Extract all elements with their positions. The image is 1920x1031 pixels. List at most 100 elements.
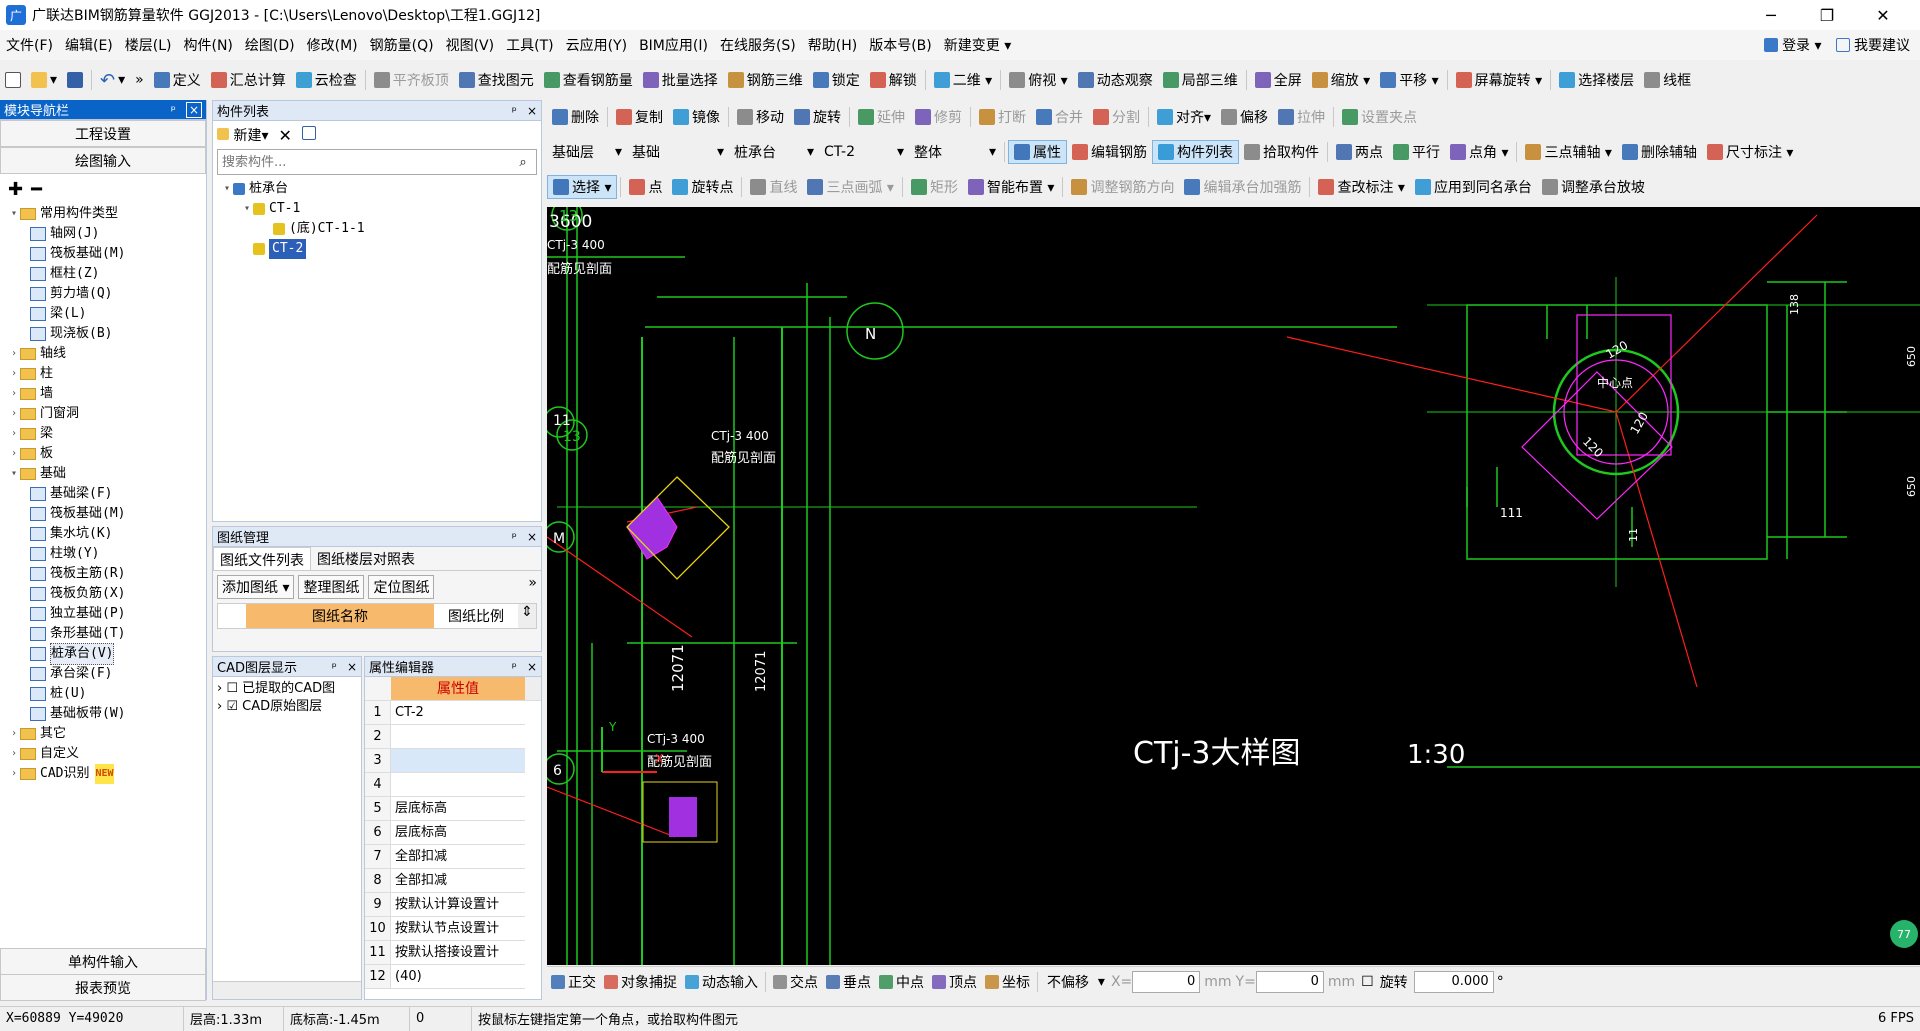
toolbar-button[interactable]: 查看钢筋量 (539, 68, 638, 92)
delete-component-icon[interactable]: ✕ (278, 126, 291, 145)
menu-item[interactable]: 绘图(D) (239, 35, 301, 55)
toolbar-button[interactable]: 删除辅轴 (1617, 140, 1702, 164)
menu-item[interactable]: BIM应用(I) (633, 35, 714, 55)
toolbar-button[interactable]: 复制 (611, 105, 668, 129)
toolbar-button[interactable]: 删除 (547, 105, 604, 129)
snap-toggle[interactable]: 交点 (769, 970, 822, 994)
nav-tree-item[interactable]: 现浇板(B) (8, 324, 206, 344)
add-drawing-button[interactable]: 添加图纸 ▾ (217, 575, 295, 599)
toolbar-button[interactable]: 云检查 (291, 68, 362, 92)
toolbar-button[interactable]: 旋转 (789, 105, 846, 129)
property-row[interactable]: 12 (40) (365, 965, 525, 989)
nav-close-icon[interactable]: × (185, 102, 202, 118)
nav-tree-item[interactable]: ▾ 基础 (8, 464, 206, 484)
property-row[interactable]: 11 按默认搭接设置计 (365, 941, 525, 965)
toolbar-button[interactable]: 定义 (149, 68, 206, 92)
toolbar-button[interactable]: 线框 (1639, 68, 1696, 92)
toolbar-button[interactable]: 点 (624, 175, 667, 199)
close-icon[interactable]: × (347, 660, 357, 674)
single-input-button[interactable]: 单构件输入 (0, 948, 206, 975)
pin-icon[interactable]: ᵖ (512, 660, 517, 674)
menu-item[interactable]: 文件(F) (0, 35, 59, 55)
snap-toggle[interactable]: 动态输入 (681, 970, 762, 994)
snap-toggle[interactable]: 坐标 (981, 970, 1034, 994)
menu-item[interactable]: 云应用(Y) (560, 35, 633, 55)
drawing-input-button[interactable]: 绘图输入 (0, 147, 206, 174)
nav-tree-item[interactable]: › 自定义 (8, 744, 206, 764)
toolbar-button[interactable]: 批量选择 (638, 68, 723, 92)
nav-tree-item[interactable]: 轴网(J) (8, 224, 206, 244)
tab-drawing-files[interactable]: 图纸文件列表 (213, 547, 311, 570)
nav-tree-item[interactable]: 独立基础(P) (8, 604, 206, 624)
toolbar-button[interactable]: 俯视 ▾ (1004, 68, 1072, 92)
property-value[interactable]: 全部扣减 (391, 869, 525, 892)
nav-tree-item[interactable]: 筏板主筋(R) (8, 564, 206, 584)
close-icon[interactable]: × (527, 660, 537, 674)
login-menu[interactable]: 登录 ▾ (1763, 35, 1822, 55)
property-value[interactable]: CT-2 (391, 701, 525, 724)
toolbar-button[interactable]: 调整承台放坡 (1537, 175, 1650, 199)
new-file-icon[interactable] (0, 68, 26, 92)
toolbar-button[interactable]: 旋转点 (667, 175, 738, 199)
nav-tree-item[interactable]: 集水坑(K) (8, 524, 206, 544)
expand-icon[interactable]: › (8, 344, 20, 364)
nav-tree-item[interactable]: › 其它 (8, 724, 206, 744)
expand-icon[interactable]: › (8, 764, 20, 784)
scroll-arrows[interactable]: ⇕ (518, 604, 536, 628)
nav-tree-item[interactable]: › 门窗洞 (8, 404, 206, 424)
snap-toggle[interactable]: 正交 (547, 970, 600, 994)
nav-tree-item[interactable]: › 板 (8, 444, 206, 464)
collapse-icon[interactable]: ▾ (8, 204, 20, 224)
menu-item[interactable]: 楼层(L) (119, 35, 178, 55)
component-tree-item[interactable]: ▾ CT-1 (221, 199, 541, 219)
toolbar-button[interactable]: 偏移 (1216, 105, 1273, 129)
pin-icon[interactable]: ᵖ (512, 530, 517, 544)
property-row[interactable]: 7 全部扣减 (365, 845, 525, 869)
type-select[interactable]: 桩承台 ▾ (729, 140, 819, 164)
component-select[interactable]: CT-2 ▾ (819, 140, 909, 164)
new-component-button[interactable]: 新建▾ (217, 125, 268, 145)
nav-tree-item[interactable]: › CAD识别 NEW (8, 764, 206, 784)
floor-select[interactable]: 基础层 ▾ (547, 140, 627, 164)
property-row[interactable]: 8 全部扣减 (365, 869, 525, 893)
rotate-checkbox[interactable]: ☐ (1361, 974, 1374, 990)
open-file-icon[interactable]: ▾ (26, 68, 62, 92)
toolbar-button[interactable]: 屏幕旋转 ▾ (1451, 68, 1547, 92)
toolbar-button[interactable]: 属性 (1008, 140, 1067, 164)
cad-layer-original[interactable]: › ☑ CAD原始图层 (217, 698, 357, 716)
drawing-overflow[interactable]: » (528, 575, 537, 599)
menu-item[interactable]: 钢筋量(Q) (364, 35, 440, 55)
menu-item[interactable]: 版本号(B) (863, 35, 938, 55)
property-row[interactable]: 3 (365, 749, 525, 773)
minimize-button[interactable]: ─ (1748, 0, 1794, 30)
toolbar-button[interactable]: 编辑承台加强筋 (1179, 175, 1306, 199)
nav-tree-item[interactable]: 桩(U) (8, 684, 206, 704)
drawing-canvas[interactable]: 3600 CTj-3 400 配筋见剖面 13 N 11 13 CTj-3 400 配筋见剖面 M… (547, 207, 1920, 965)
toolbar-button[interactable]: 查找图元 (454, 68, 539, 92)
property-value[interactable] (391, 773, 525, 796)
menu-item[interactable]: 修改(M) (301, 35, 364, 55)
toolbar-button[interactable]: 直线 (745, 175, 802, 199)
collapse-icon[interactable]: ▾ (8, 464, 20, 484)
save-icon[interactable] (62, 68, 88, 92)
toolbar-button[interactable]: 全屏 (1250, 68, 1307, 92)
toolbar-button[interactable]: 点角 ▾ (1445, 140, 1513, 164)
toolbar-button[interactable]: 修剪 (910, 105, 967, 129)
toolbar-button[interactable]: 两点 (1331, 140, 1388, 164)
snap-toggle[interactable]: 对象捕捉 (600, 970, 681, 994)
expand-icon[interactable]: › (8, 444, 20, 464)
col-drawing-scale[interactable]: 图纸比例 (434, 604, 518, 628)
property-row[interactable]: 2 (365, 725, 525, 749)
toolbar-overflow[interactable]: » (130, 68, 149, 92)
expand-all-icon[interactable]: ✚ (8, 179, 23, 200)
snap-toggle[interactable]: 顶点 (928, 970, 981, 994)
cad-drawing[interactable]: 3600CTj-3 400配筋见剖面13N1113 CTj-3 400配筋见剖面M… (547, 207, 1920, 965)
collapse-all-icon[interactable]: ━ (31, 179, 42, 200)
property-value[interactable]: 按默认计算设置计 (391, 893, 525, 916)
expand-icon[interactable]: › (8, 384, 20, 404)
maximize-button[interactable]: ❐ (1804, 0, 1850, 30)
toolbar-button[interactable]: 对齐▾ (1152, 105, 1216, 129)
expand-icon[interactable]: › (8, 724, 20, 744)
toolbar-button[interactable]: 钢筋三维 (723, 68, 808, 92)
nav-tree-item[interactable]: 柱墩(Y) (8, 544, 206, 564)
